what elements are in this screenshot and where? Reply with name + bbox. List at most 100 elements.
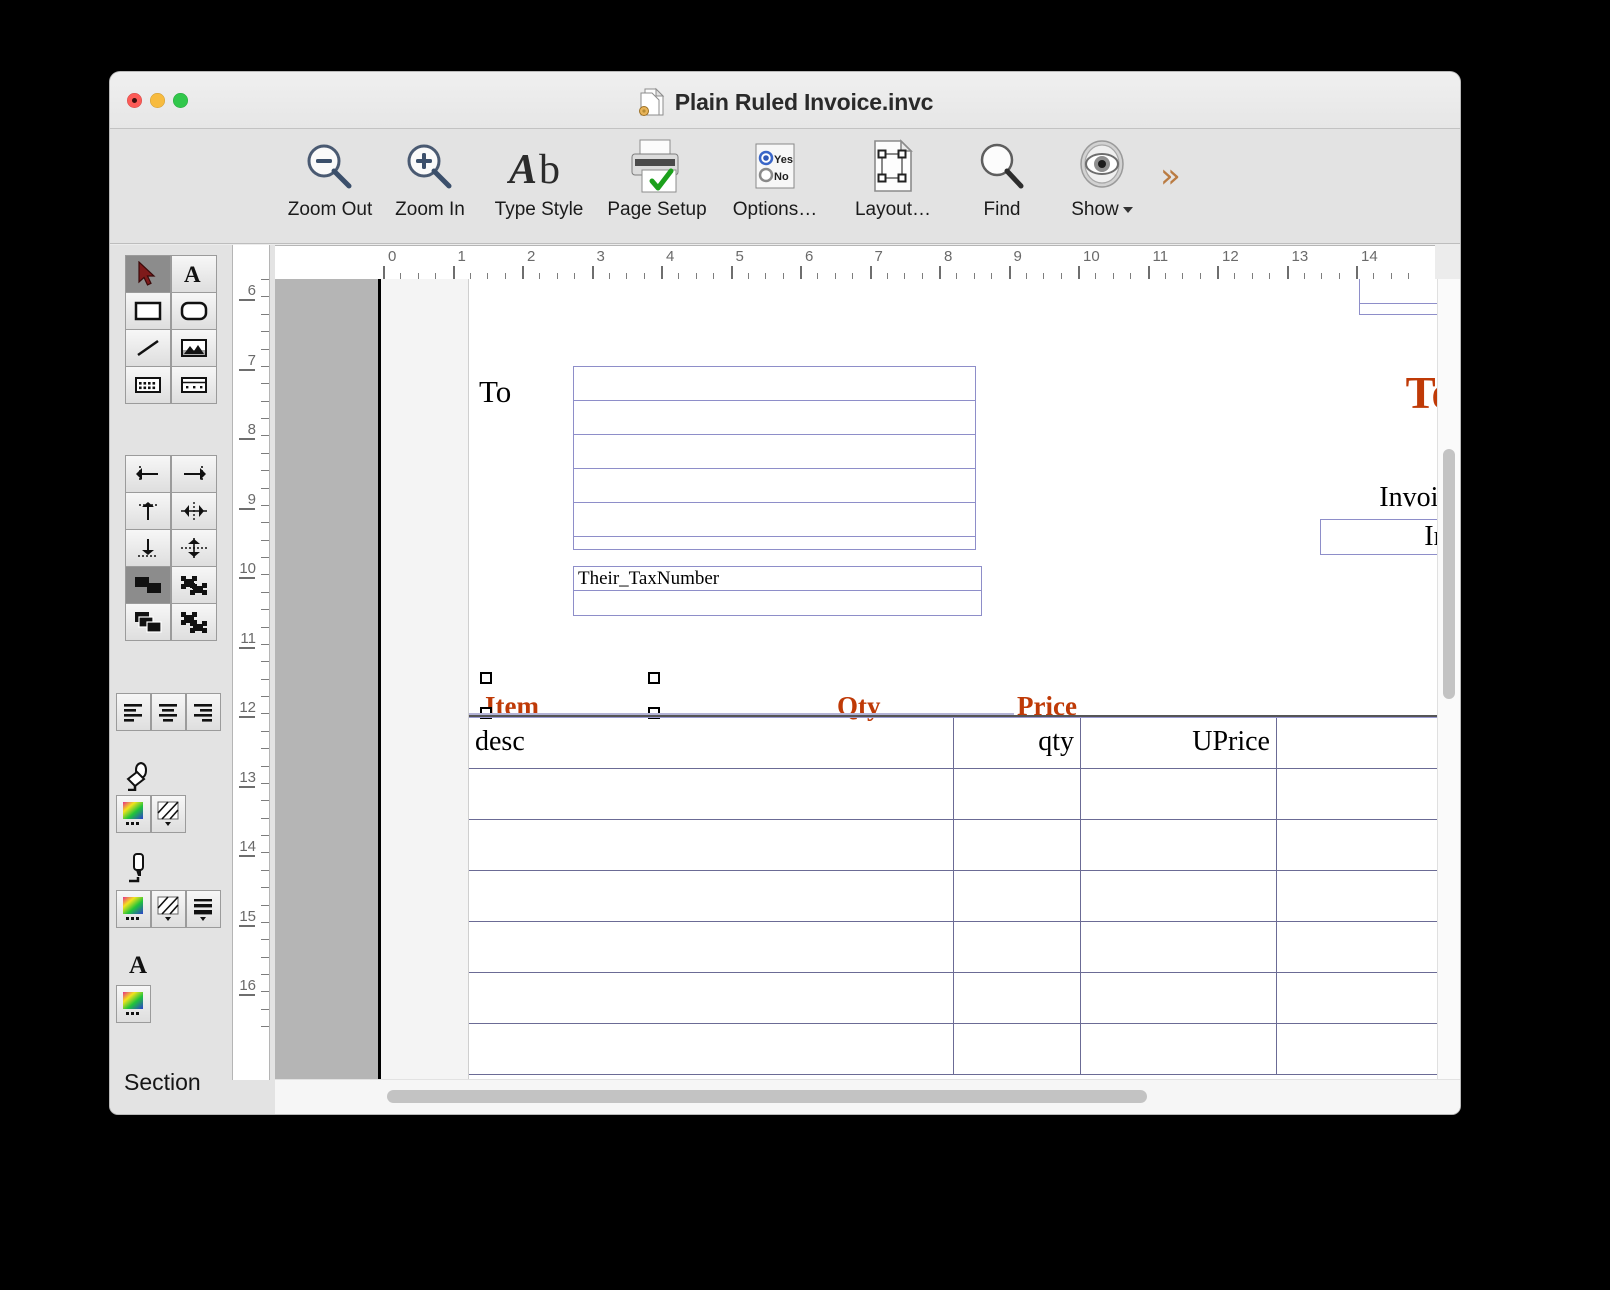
selection-handle[interactable]: [480, 672, 492, 684]
toolbar-button-type-style[interactable]: A b Type Style: [480, 137, 598, 221]
address-line[interactable]: [574, 537, 975, 549]
stroke-width-swatch[interactable]: [185, 889, 221, 928]
table-cell[interactable]: [954, 820, 1081, 870]
table-cell[interactable]: [1277, 973, 1460, 1023]
table-cell[interactable]: [1081, 922, 1277, 972]
bring-forward-tool[interactable]: [124, 602, 171, 641]
table-cell[interactable]: [1081, 820, 1277, 870]
toolbar-label: Type Style: [494, 199, 584, 220]
table-cell[interactable]: [1277, 820, 1460, 870]
invoice-page[interactable]: To Their_TaxNumber Total Due Invo: [468, 279, 1460, 1114]
text-align-center-tool[interactable]: [150, 692, 186, 731]
toolbar-button-zoom-in[interactable]: Zoom In: [380, 137, 480, 221]
text-tool[interactable]: A: [170, 254, 217, 293]
table-cell[interactable]: [954, 1024, 1081, 1074]
document-canvas[interactable]: To Their_TaxNumber Total Due Invo: [275, 279, 1460, 1114]
send-backward-tool[interactable]: [170, 602, 217, 641]
align-top-edge-tool[interactable]: [124, 491, 171, 530]
ruler-tick-label: 14: [1361, 248, 1378, 265]
align-bottom-edge-tool[interactable]: [124, 528, 171, 567]
vertical-ruler[interactable]: 6 7 8 9 10 11 12 13 14 15 16: [232, 245, 270, 1080]
table-cell[interactable]: desc: [469, 718, 954, 768]
horizontal-scrollbar[interactable]: [275, 1079, 1460, 1114]
text-color-icon[interactable]: A: [116, 945, 162, 983]
toolbar-overflow-button[interactable]: »: [1160, 159, 1181, 193]
ruler-tick-major: [239, 438, 255, 440]
items-table[interactable]: desc qty UPrice: [469, 715, 1460, 1075]
toolbar-button-show[interactable]: Show: [1052, 137, 1152, 221]
table-cell[interactable]: [469, 973, 954, 1023]
rounded-rectangle-tool[interactable]: [170, 291, 217, 330]
fill-pattern-swatch[interactable]: [150, 794, 186, 833]
table-cell[interactable]: [1081, 769, 1277, 819]
tax-number-field-block[interactable]: Their_TaxNumber: [573, 566, 982, 616]
table-cell[interactable]: [1277, 718, 1460, 768]
distribute-horizontal-tool[interactable]: [170, 491, 217, 530]
line-tool[interactable]: [124, 328, 171, 367]
table-cell[interactable]: [1081, 973, 1277, 1023]
table-cell[interactable]: [1277, 1024, 1460, 1074]
address-line[interactable]: [574, 469, 975, 503]
table-cell[interactable]: [1081, 871, 1277, 921]
toolbar-button-page-setup[interactable]: Page Setup: [598, 137, 716, 221]
table-cell[interactable]: [1277, 922, 1460, 972]
table-cell[interactable]: [469, 1024, 954, 1074]
table-tool[interactable]: [124, 365, 171, 404]
toolbar-button-layout[interactable]: Layout…: [834, 137, 952, 221]
group-tool[interactable]: [124, 565, 171, 604]
pen-stroke-icon[interactable]: [116, 849, 162, 887]
ruler-tick-label: 6: [805, 248, 814, 265]
table-cell[interactable]: [469, 922, 954, 972]
table-row[interactable]: [469, 973, 1460, 1024]
arrow-select-tool[interactable]: [124, 254, 171, 293]
rectangle-tool[interactable]: [124, 291, 171, 330]
table-row[interactable]: [469, 922, 1460, 973]
tax-number-extra-line[interactable]: [574, 591, 981, 615]
image-tool[interactable]: [170, 328, 217, 367]
horizontal-ruler[interactable]: 0 1 2 3 4 5 6 7 8 9 10 11 12 13 14: [275, 245, 1435, 281]
address-field-block[interactable]: [573, 366, 976, 550]
table-cell[interactable]: [1277, 769, 1460, 819]
address-line[interactable]: [574, 435, 975, 469]
table-cell[interactable]: [954, 871, 1081, 921]
table-cell[interactable]: [954, 769, 1081, 819]
table-cell[interactable]: [954, 922, 1081, 972]
table-cell[interactable]: [1277, 871, 1460, 921]
fill-color-swatch[interactable]: [115, 794, 151, 833]
table-cell[interactable]: qty: [954, 718, 1081, 768]
table-cell[interactable]: [469, 871, 954, 921]
stroke-color-swatch[interactable]: [115, 889, 151, 928]
ungroup-tool[interactable]: [170, 565, 217, 604]
table-cell[interactable]: [469, 820, 954, 870]
text-align-left-tool[interactable]: [115, 692, 151, 731]
stroke-pattern-swatch[interactable]: [150, 889, 186, 928]
table-row[interactable]: [469, 820, 1460, 871]
address-line[interactable]: [574, 367, 975, 401]
text-align-right-tool[interactable]: [185, 692, 221, 731]
toolbar-button-options[interactable]: Yes No Options…: [716, 137, 834, 221]
table-row[interactable]: [469, 871, 1460, 922]
vertical-scrollbar-thumb[interactable]: [1443, 449, 1455, 699]
table-row[interactable]: [469, 769, 1460, 820]
horizontal-scrollbar-thumb[interactable]: [387, 1090, 1147, 1103]
address-line[interactable]: [574, 503, 975, 537]
vertical-scrollbar[interactable]: [1437, 279, 1460, 1080]
list-tool[interactable]: [170, 365, 217, 404]
table-cell[interactable]: [954, 973, 1081, 1023]
align-left-edge-tool[interactable]: [124, 454, 171, 493]
tax-number-field[interactable]: Their_TaxNumber: [574, 567, 981, 591]
table-row[interactable]: [469, 1024, 1460, 1075]
table-row[interactable]: desc qty UPrice: [469, 717, 1460, 769]
selection-handle[interactable]: [648, 672, 660, 684]
toolbar-button-zoom-out[interactable]: Zoom Out: [280, 137, 380, 221]
table-cell[interactable]: [1081, 1024, 1277, 1074]
ruler-tick-major: [1078, 266, 1080, 280]
address-line[interactable]: [574, 401, 975, 435]
table-cell[interactable]: [469, 769, 954, 819]
text-color-swatch[interactable]: [115, 984, 151, 1023]
distribute-vertical-tool[interactable]: [170, 528, 217, 567]
toolbar-button-find[interactable]: Find: [952, 137, 1052, 221]
align-right-edge-tool[interactable]: [170, 454, 217, 493]
table-cell[interactable]: UPrice: [1081, 718, 1277, 768]
fill-bucket-icon[interactable]: [116, 757, 162, 795]
